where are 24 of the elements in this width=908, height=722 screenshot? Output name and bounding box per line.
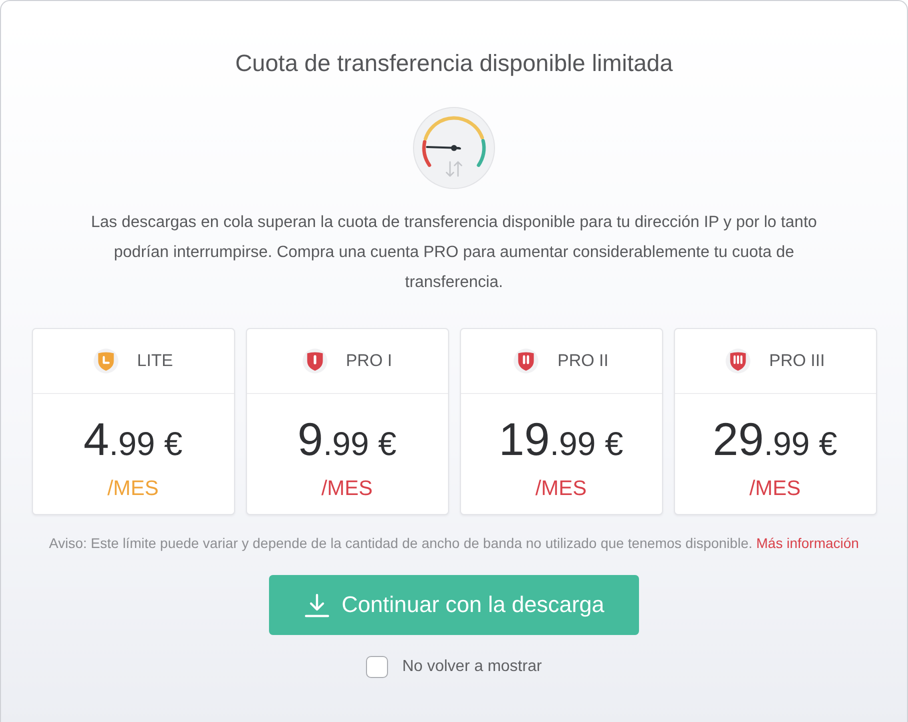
message-text: Las descargas en cola superan la cuota de transferencia disponible para tu dirección IP y por lo tanto podrían interrumpirse. Compra una cuenta PRO para aumentar considerablemente tu cuota de transferencia.: [90, 212, 818, 293]
plan-card[interactable]: PRO I 9.99 € /MES: [246, 328, 448, 515]
plan-price: 29.99 €: [712, 414, 838, 467]
plan-card[interactable]: PRO II 19.99 € /MES: [460, 328, 662, 515]
plan-period: /MES: [749, 476, 801, 502]
plan-price: 4.99 €: [84, 414, 182, 467]
plan-price: 19.99 €: [498, 414, 624, 467]
plan-name: PRO I: [346, 351, 392, 371]
plan-name: LITE: [137, 351, 173, 371]
plan-period: /MES: [321, 476, 373, 502]
plan-card[interactable]: LITE 4.99 € /MES: [32, 328, 234, 515]
dialog-title: Cuota de transferencia disponible limitada: [235, 49, 673, 78]
download-icon: [304, 592, 330, 618]
speedometer-icon: [412, 106, 496, 190]
checkbox-label: No volver a mostrar: [402, 658, 542, 676]
plan-period: /MES: [535, 476, 587, 502]
plan-card[interactable]: PRO III 29.99 € /MES: [674, 328, 876, 515]
notice-text: Aviso: Este límite puede variar y depende de la cantidad de ancho de banda no utilizado que tenemos disponible. Más información: [49, 534, 859, 552]
plan-period: /MES: [107, 476, 159, 502]
checkbox[interactable]: [366, 656, 388, 678]
more-info-link[interactable]: Más información: [756, 535, 859, 551]
plan-name: PRO II: [557, 351, 608, 371]
plan-name: PRO III: [769, 351, 825, 371]
plan-price: 9.99 €: [298, 414, 396, 467]
